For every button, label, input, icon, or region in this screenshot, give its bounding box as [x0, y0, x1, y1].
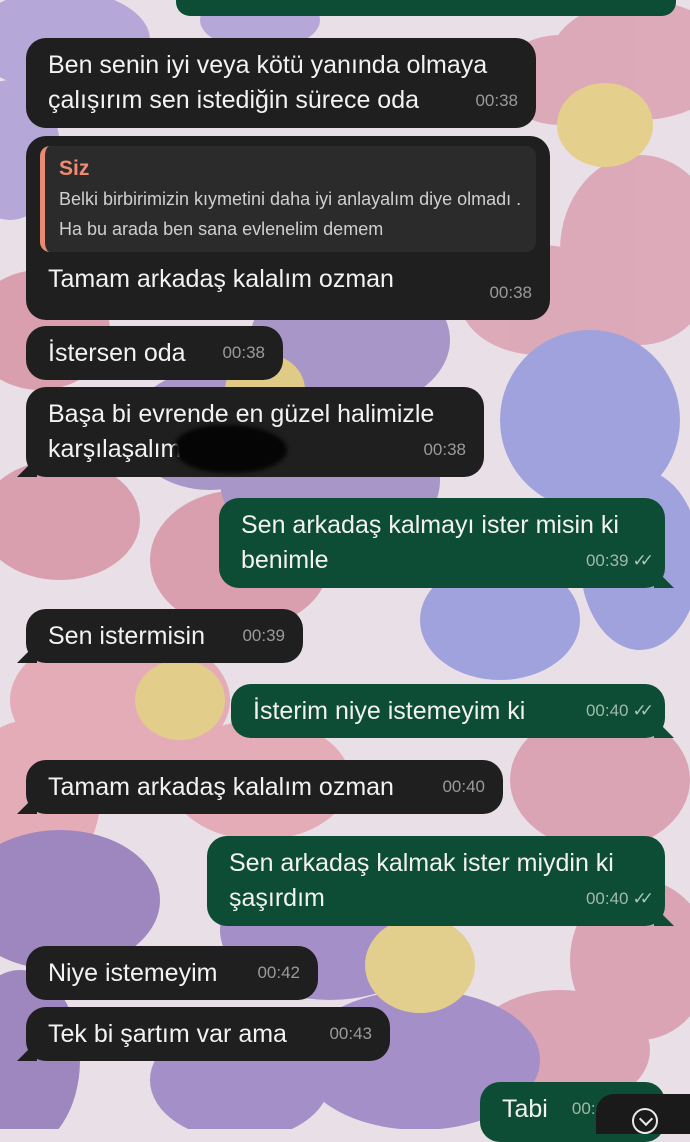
message-time: 00:43	[329, 1024, 372, 1043]
message-text: Tamam arkadaş kalalım ozman	[48, 265, 394, 293]
read-ticks-icon: ✓✓	[632, 551, 654, 570]
incoming-message[interactable]: Niye istemeyim 00:42	[26, 946, 318, 1000]
incoming-message[interactable]: İstersen oda 00:38	[26, 326, 283, 380]
incoming-message[interactable]: Sen istermisin 00:39	[26, 609, 303, 663]
outgoing-message[interactable]: Sen arkadaş kalmak ister miydin ki şaşır…	[207, 836, 665, 926]
chevron-down-icon	[632, 1108, 658, 1134]
message-time: 00:40	[585, 701, 629, 720]
message-time: 00:42	[257, 963, 300, 982]
message-text: Tek bi şartım var ama	[48, 1020, 287, 1048]
message-time: 00:38	[222, 343, 265, 362]
message-time: 00:38	[489, 283, 532, 302]
message-text: Tamam arkadaş kalalım ozman	[48, 773, 394, 801]
message-time: 00:40	[585, 889, 629, 908]
read-ticks-icon: ✓✓	[632, 701, 654, 720]
message-meta: 00:40 ✓✓	[585, 693, 654, 728]
quote-author: Siz	[59, 157, 90, 180]
quote-text: Belki birbirimizin kıymetini daha iyi an…	[59, 189, 522, 239]
incoming-message[interactable]: Tek bi şartım var ama 00:43	[26, 1007, 390, 1061]
message-text: Ben senin iyi veya kötü yanında olmaya ç…	[48, 51, 488, 114]
message-time: 00:38	[423, 440, 466, 459]
incoming-message[interactable]: Ben senin iyi veya kötü yanında olmaya ç…	[26, 38, 536, 128]
message-time: 00:40	[442, 777, 485, 796]
scroll-to-bottom-button[interactable]	[596, 1094, 690, 1134]
incoming-message[interactable]: Tamam arkadaş kalalım ozman 00:40	[26, 760, 503, 814]
message-time: 00:39	[585, 551, 629, 570]
incoming-reply-message[interactable]: Siz Belki birbirimizin kıymetini daha iy…	[26, 136, 550, 320]
previous-outgoing-bubble-edge	[176, 0, 676, 16]
outgoing-message[interactable]: Sen arkadaş kalmayı ister misin ki benim…	[219, 498, 665, 588]
redaction-mark	[175, 425, 287, 473]
message-meta: 00:40 ✓✓	[585, 881, 654, 916]
message-meta: 00:39 ✓✓	[585, 543, 654, 578]
message-time: 00:39	[242, 626, 285, 645]
message-text: Sen arkadaş kalmak ister miydin ki şaşır…	[229, 849, 614, 912]
read-ticks-icon: ✓✓	[632, 889, 654, 908]
quoted-message[interactable]: Siz Belki birbirimizin kıymetini daha iy…	[40, 146, 536, 252]
message-time: 00:38	[475, 91, 518, 110]
outgoing-message[interactable]: İsterim niye istemeyim ki 00:40 ✓✓	[231, 684, 665, 738]
